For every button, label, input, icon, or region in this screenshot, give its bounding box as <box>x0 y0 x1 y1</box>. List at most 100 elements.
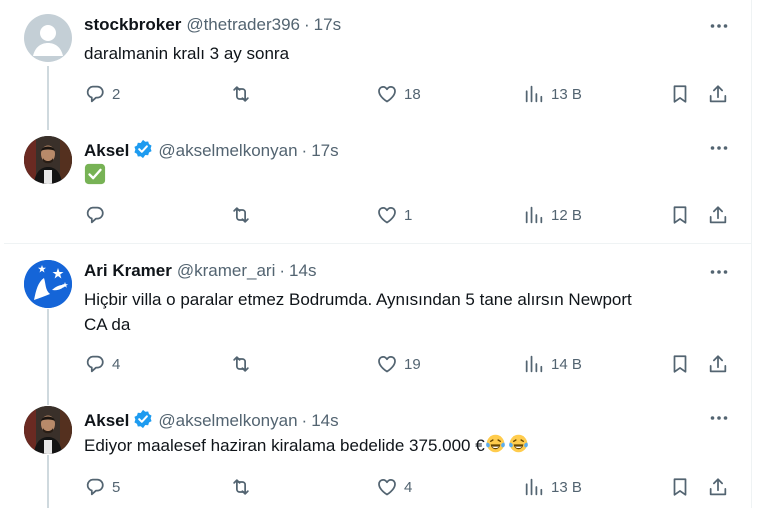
share-button[interactable] <box>707 476 729 498</box>
avatar[interactable] <box>24 406 72 454</box>
retweet-button[interactable] <box>230 83 252 105</box>
thread-line <box>47 309 49 405</box>
thread-line <box>47 455 49 508</box>
check-mark-button-emoji <box>84 163 106 185</box>
like-button[interactable]: 4 <box>376 476 412 498</box>
more-icon[interactable] <box>709 16 729 36</box>
verified-icon <box>133 409 153 429</box>
views-icon <box>523 476 545 498</box>
handle[interactable]: @kramer_ari <box>177 260 276 282</box>
action-bar: 4 19 14 B <box>84 353 734 377</box>
timestamp[interactable]: 17s <box>311 140 338 162</box>
views-button[interactable]: 14 B <box>523 353 582 375</box>
like-button[interactable]: 19 <box>376 353 421 375</box>
timestamp[interactable]: 14s <box>289 260 316 282</box>
avatar[interactable] <box>24 260 72 308</box>
avatar[interactable] <box>24 136 72 184</box>
tweet-header: Aksel @akselmelkonyan · 17s <box>84 136 339 162</box>
bookmark-icon <box>669 83 691 105</box>
share-icon <box>707 353 729 375</box>
tweet-text-line: CA da <box>84 315 131 334</box>
timestamp[interactable]: 17s <box>314 14 341 36</box>
like-button[interactable]: 18 <box>376 83 421 105</box>
retweet-icon <box>230 83 252 105</box>
like-count: 4 <box>404 478 413 496</box>
divider <box>4 243 751 244</box>
views-button[interactable]: 13 B <box>523 83 582 105</box>
bookmark-button[interactable] <box>669 204 691 226</box>
share-icon <box>707 476 729 498</box>
view-count: 13 B <box>551 478 582 496</box>
share-icon <box>707 83 729 105</box>
like-count: 18 <box>404 85 421 103</box>
views-icon <box>523 204 545 226</box>
share-button[interactable] <box>707 83 729 105</box>
more-icon[interactable] <box>709 262 729 282</box>
retweet-icon <box>230 353 252 375</box>
tweet-text-content: Ediyor maalesef haziran kiralama bedelid… <box>84 436 485 455</box>
bookmark-icon <box>669 353 691 375</box>
like-icon <box>376 83 398 105</box>
reply-button[interactable]: 4 <box>84 353 120 375</box>
views-icon <box>523 353 545 375</box>
reply-button[interactable] <box>84 204 106 226</box>
thread-container: stockbroker @thetrader396 · 17s daralman… <box>0 0 752 508</box>
retweet-button[interactable] <box>230 476 252 498</box>
handle[interactable]: @thetrader396 <box>186 14 300 36</box>
bookmark-icon <box>669 204 691 226</box>
reply-icon <box>84 476 106 498</box>
separator-dot: · <box>301 411 308 430</box>
action-bar: 5 4 13 B <box>84 476 734 500</box>
reply-count: 5 <box>112 478 121 496</box>
tears-of-joy-emoji <box>485 433 506 454</box>
tweet-text: Hiçbir villa o paralar etmez Bodrumda. A… <box>84 287 724 337</box>
tweet-header: Ari Kramer @kramer_ari · 14s <box>84 260 316 282</box>
tweet-text <box>84 163 724 185</box>
bookmark-button[interactable] <box>669 353 691 375</box>
view-count: 13 B <box>551 85 582 103</box>
profile-photo-icon <box>24 260 72 308</box>
view-count: 12 B <box>551 206 582 224</box>
reply-icon <box>84 204 106 226</box>
tweet-text: daralmanin kralı 3 ay sonra <box>84 44 290 63</box>
handle[interactable]: @akselmelkonyan <box>158 410 297 432</box>
display-name[interactable]: Aksel <box>84 140 129 162</box>
tweet-text: Ediyor maalesef haziran kiralama bedelid… <box>84 433 724 458</box>
more-icon[interactable] <box>709 138 729 158</box>
views-button[interactable]: 12 B <box>523 204 582 226</box>
reply-count: 4 <box>112 355 121 373</box>
retweet-button[interactable] <box>230 353 252 375</box>
like-button[interactable]: 1 <box>376 204 412 226</box>
avatar[interactable] <box>24 14 72 62</box>
display-name[interactable]: stockbroker <box>84 14 181 36</box>
share-button[interactable] <box>707 353 729 375</box>
verified-icon <box>133 139 153 159</box>
reply-button[interactable]: 2 <box>84 83 120 105</box>
display-name[interactable]: Aksel <box>84 410 129 432</box>
retweet-button[interactable] <box>230 204 252 226</box>
profile-photo-icon <box>24 406 72 454</box>
tweet-header: stockbroker @thetrader396 · 17s <box>84 14 341 36</box>
display-name[interactable]: Ari Kramer <box>84 260 172 282</box>
reply-icon <box>84 83 106 105</box>
reply-button[interactable]: 5 <box>84 476 120 498</box>
tears-of-joy-emoji <box>508 433 529 454</box>
bookmark-button[interactable] <box>669 476 691 498</box>
tweet-text-line: Hiçbir villa o paralar etmez Bodrumda. A… <box>84 290 632 309</box>
separator-dot: · <box>279 261 286 280</box>
like-icon <box>376 204 398 226</box>
default-avatar-icon <box>33 25 63 56</box>
bookmark-icon <box>669 476 691 498</box>
views-button[interactable]: 13 B <box>523 476 582 498</box>
reply-icon <box>84 353 106 375</box>
separator-dot: · <box>301 141 308 160</box>
retweet-icon <box>230 204 252 226</box>
share-button[interactable] <box>707 204 729 226</box>
bookmark-button[interactable] <box>669 83 691 105</box>
retweet-icon <box>230 476 252 498</box>
views-icon <box>523 83 545 105</box>
more-icon[interactable] <box>709 408 729 428</box>
timestamp[interactable]: 14s <box>311 410 338 432</box>
share-icon <box>707 204 729 226</box>
handle[interactable]: @akselmelkonyan <box>158 140 297 162</box>
